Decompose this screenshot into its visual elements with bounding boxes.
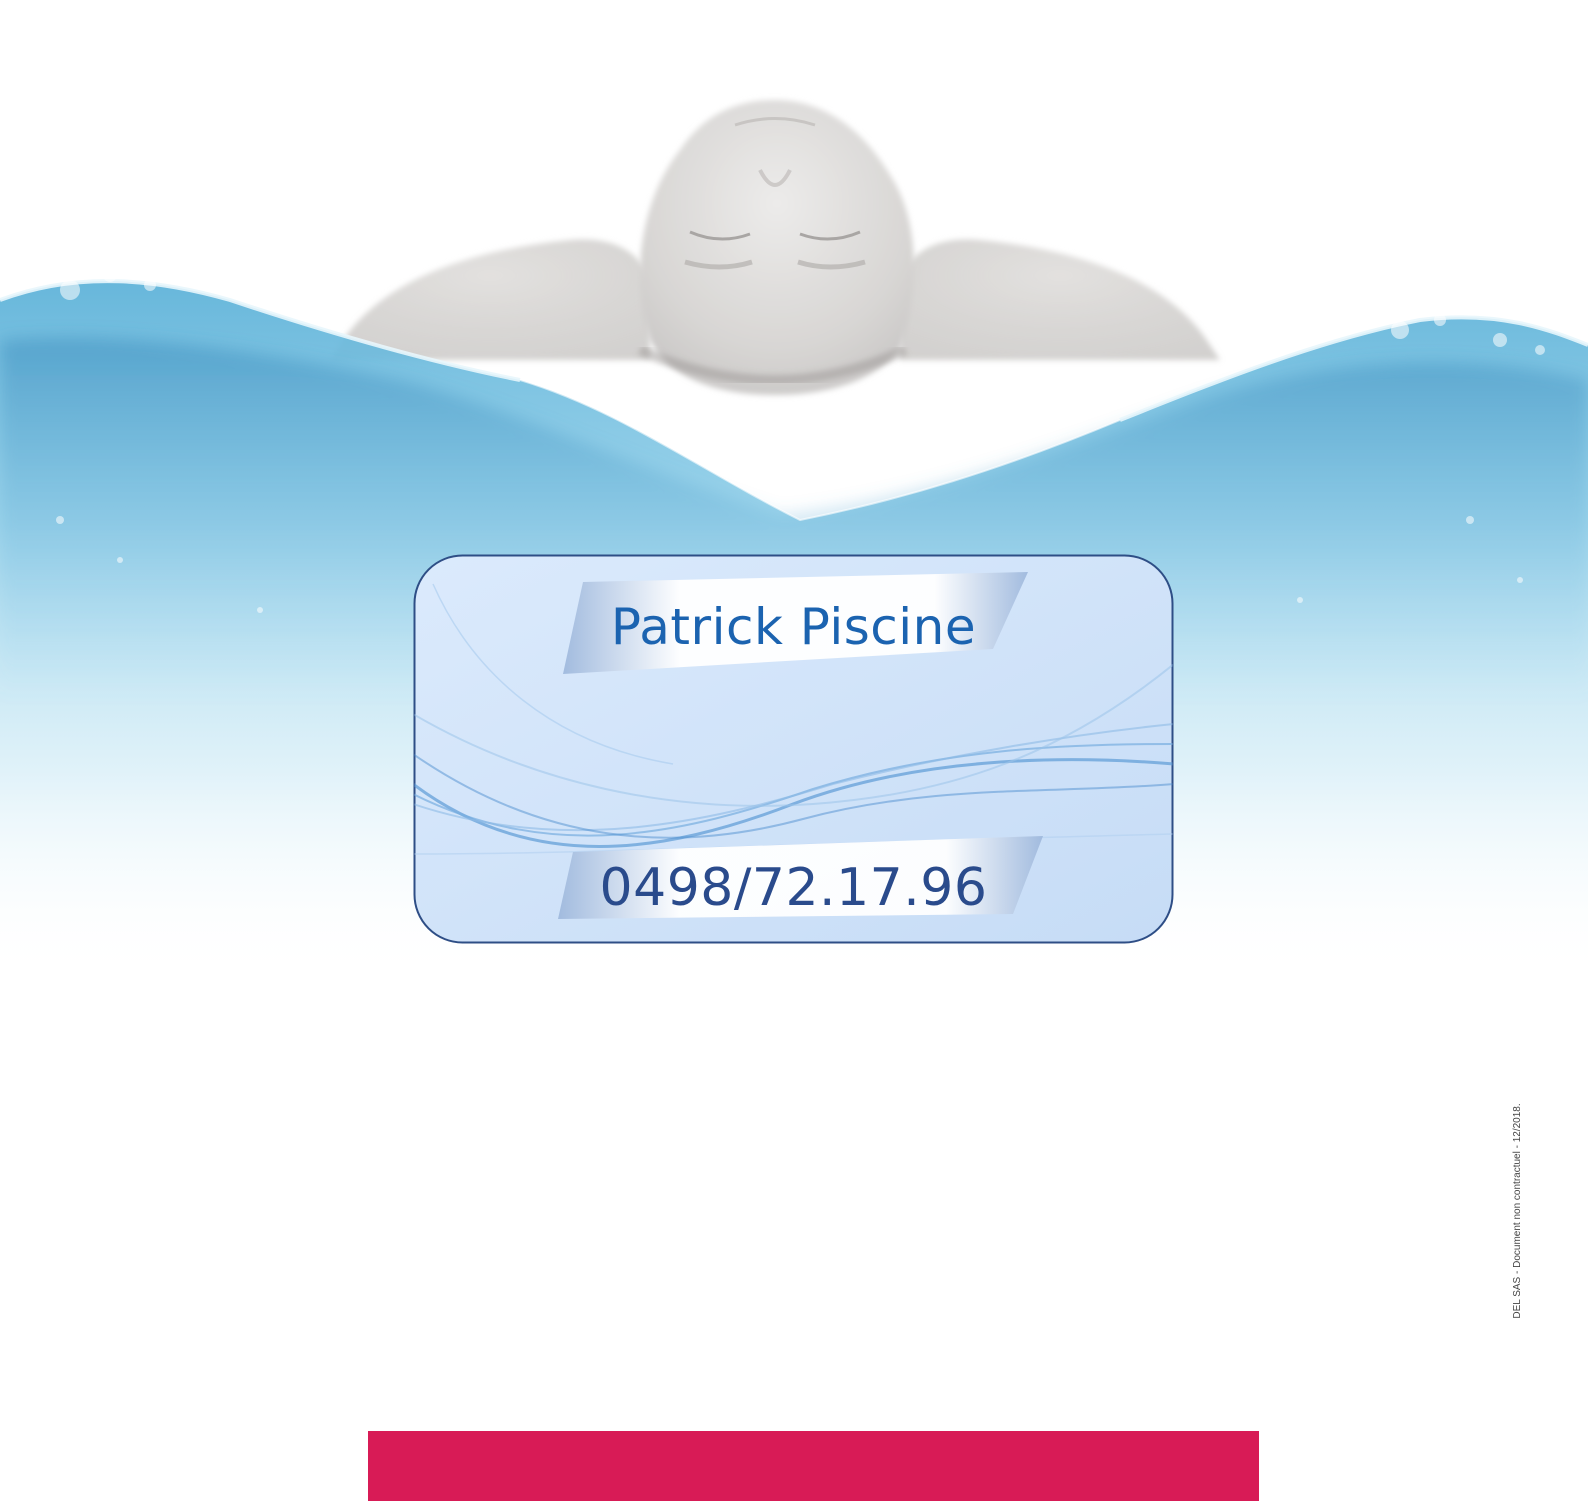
company-name: Patrick Piscine [610, 598, 977, 656]
legal-disclaimer: DEL SAS - Document non contractuel - 12/… [1512, 1103, 1523, 1319]
phone-number: 0498/72.17.96 [599, 858, 988, 918]
person-face [637, 100, 914, 395]
contact-card: Patrick Piscine 0498/72.17.96 [413, 554, 1174, 944]
footer-color-bar [368, 1431, 1259, 1501]
flyer-page: { "card": { "company_name": "Patrick Pis… [0, 0, 1588, 1501]
